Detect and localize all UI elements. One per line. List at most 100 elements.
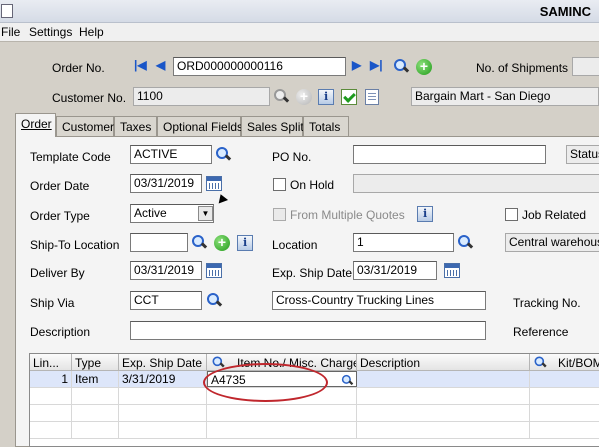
customer-info-icon[interactable]: [318, 89, 334, 105]
cell-type: Item: [72, 371, 119, 387]
po-no-label: PO No.: [272, 150, 312, 164]
new-order-add-icon[interactable]: +: [416, 59, 432, 75]
empty-cell: [207, 405, 357, 421]
table-row[interactable]: [30, 405, 599, 422]
empty-cell: [207, 422, 357, 438]
from-multiple-quotes-checkbox: [273, 208, 286, 221]
table-row[interactable]: [30, 422, 599, 439]
template-code-label: Template Code: [30, 150, 111, 164]
cell-kit-bom: [530, 371, 599, 387]
customer-finder-magnifier-icon: [273, 88, 290, 105]
ship-to-location-label: Ship-To Location: [30, 238, 120, 252]
tracking-no-label: Tracking No.: [513, 296, 581, 310]
location-description-field: Central warehouse: [505, 233, 599, 252]
menu-help[interactable]: Help: [79, 25, 104, 39]
job-related-label: Job Related: [522, 208, 587, 222]
col-header-line[interactable]: Lin...: [30, 354, 72, 371]
item-finder-magnifier-icon[interactable]: [341, 374, 354, 386]
empty-cell: [119, 388, 207, 404]
app-icon: [1, 4, 13, 18]
deliver-by-calendar-icon[interactable]: [206, 263, 222, 278]
empty-cell: [72, 405, 119, 421]
window-title: SAMINC: [539, 4, 591, 19]
chevron-down-icon[interactable]: ▼: [198, 206, 213, 221]
order-type-label: Order Type: [30, 209, 90, 223]
exp-ship-date-input[interactable]: 03/31/2019: [353, 261, 437, 280]
order-date-label: Order Date: [30, 179, 90, 193]
tab-order[interactable]: Order: [15, 113, 56, 137]
template-finder-magnifier-icon[interactable]: [215, 146, 232, 163]
first-record-icon[interactable]: |◀: [134, 58, 147, 72]
on-hold-label: On Hold: [290, 178, 335, 192]
order-date-calendar-icon[interactable]: [206, 176, 222, 191]
menu-file[interactable]: File: [1, 25, 20, 39]
empty-cell: [30, 422, 72, 438]
credit-check-green-check-icon[interactable]: [341, 89, 357, 105]
menu-divider: [0, 41, 599, 42]
exp-ship-date-label: Exp. Ship Date: [272, 266, 353, 280]
ship-to-info-icon[interactable]: [237, 235, 253, 251]
empty-cell: [30, 388, 72, 404]
ship-via-description-field[interactable]: Cross-Country Trucking Lines: [272, 291, 486, 310]
deliver-by-input[interactable]: 03/31/2019: [130, 261, 202, 280]
on-hold-reason-field: [353, 174, 599, 193]
order-date-input[interactable]: 03/31/2019: [130, 174, 202, 193]
empty-cell: [357, 388, 530, 404]
reference-label: Reference: [513, 325, 569, 339]
order-no-label: Order No.: [52, 61, 105, 75]
cell-description: [357, 371, 530, 387]
new-ship-to-add-icon[interactable]: +: [214, 235, 230, 251]
description-label: Description: [30, 325, 91, 339]
empty-cell: [119, 405, 207, 421]
tab-totals[interactable]: Totals: [303, 116, 349, 136]
customer-document-icon[interactable]: [365, 89, 379, 105]
col-header-description[interactable]: Description: [357, 354, 530, 371]
next-record-icon[interactable]: ▶: [352, 58, 361, 72]
exp-ship-date-calendar-icon[interactable]: [444, 263, 460, 278]
po-no-input[interactable]: [353, 145, 546, 164]
tab-customer[interactable]: Customer: [56, 116, 114, 136]
tab-order-label: Order: [21, 117, 52, 131]
order-finder-magnifier-icon[interactable]: [393, 58, 410, 75]
menu-settings[interactable]: Settings: [29, 25, 72, 39]
shipments-label: No. of Shipments: [476, 61, 569, 75]
ship-to-location-input[interactable]: [130, 233, 188, 252]
on-hold-checkbox[interactable]: [273, 178, 286, 191]
customer-no-field: 1100: [133, 87, 270, 106]
menu-bar: File Settings Help: [0, 23, 599, 41]
kit-column-magnifier-icon: [534, 356, 548, 370]
col-header-exp-ship-date[interactable]: Exp. Ship Date: [119, 354, 207, 371]
shipments-field: [572, 57, 599, 76]
order-details-grid: Lin... Type Exp. Ship Date Item No./ Mis…: [29, 353, 599, 447]
col-header-type[interactable]: Type: [72, 354, 119, 371]
cell-exp-ship-date: 3/31/2019: [119, 371, 207, 387]
tab-sales-split[interactable]: Sales Split: [241, 116, 304, 136]
customer-no-label: Customer No.: [52, 91, 127, 105]
previous-record-icon[interactable]: ◀: [156, 58, 165, 72]
tab-taxes[interactable]: Taxes: [114, 116, 157, 136]
template-code-input[interactable]: ACTIVE: [130, 145, 212, 164]
cell-line: 1: [30, 371, 72, 387]
ship-via-finder-magnifier-icon[interactable]: [206, 292, 223, 309]
order-no-input[interactable]: ORD000000000116: [173, 57, 346, 76]
empty-cell: [119, 422, 207, 438]
description-input[interactable]: [130, 321, 486, 340]
highlight-annotation: [203, 363, 328, 402]
col-header-kit-bom-label: Kit/BOM: [558, 356, 599, 370]
new-customer-add-icon: +: [296, 89, 312, 105]
location-input[interactable]: 1: [353, 233, 454, 252]
deliver-by-label: Deliver By: [30, 266, 85, 280]
customer-name-field: Bargain Mart - San Diego: [411, 87, 599, 106]
empty-cell: [357, 422, 530, 438]
ship-via-input[interactable]: CCT: [130, 291, 202, 310]
last-record-icon[interactable]: ▶|: [370, 58, 383, 72]
title-bar: SAMINC: [0, 0, 599, 23]
ship-to-finder-magnifier-icon[interactable]: [191, 234, 208, 251]
location-finder-magnifier-icon[interactable]: [457, 234, 474, 251]
location-label: Location: [272, 238, 318, 252]
quotes-info-icon[interactable]: [417, 206, 433, 222]
job-related-checkbox[interactable]: [505, 208, 518, 221]
tab-optional-fields[interactable]: Optional Fields: [157, 116, 243, 136]
col-header-kit-bom[interactable]: Kit/BOM: [530, 354, 599, 371]
empty-cell: [72, 388, 119, 404]
